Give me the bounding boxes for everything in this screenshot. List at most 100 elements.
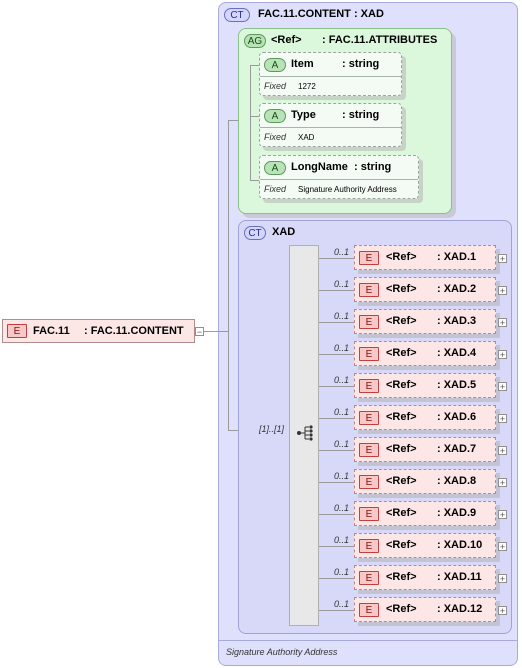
- occurrence-label: 0..1: [334, 407, 350, 417]
- element-connector: [319, 418, 355, 419]
- expand-toggle[interactable]: +: [498, 382, 507, 392]
- expand-toggle[interactable]: +: [498, 510, 507, 520]
- element-name: : XAD.2: [437, 283, 477, 295]
- occurrence-label: 0..1: [334, 471, 350, 481]
- root-connector: [204, 331, 228, 332]
- element-badge: E: [359, 379, 379, 393]
- attribute-type: : string: [354, 161, 392, 173]
- expand-toggle[interactable]: +: [498, 446, 507, 456]
- attr-divider: [260, 179, 418, 180]
- expand-toggle[interactable]: +: [498, 478, 507, 488]
- attribute-group-badge: AG: [244, 34, 266, 48]
- element-ref: <Ref>: [386, 347, 417, 359]
- element-badge: E: [359, 507, 379, 521]
- occurrence-label: 0..1: [334, 503, 350, 513]
- fixed-label: Fixed: [264, 184, 287, 194]
- element-connector: [319, 258, 355, 259]
- element-name: : XAD.4: [437, 347, 477, 359]
- attribute-name: LongName: [291, 161, 348, 173]
- fixed-label: Fixed: [264, 132, 287, 142]
- element-name: : XAD.11: [437, 571, 482, 583]
- attr-divider: [260, 127, 401, 128]
- element-ref: <Ref>: [386, 315, 417, 327]
- element-badge: E: [359, 411, 379, 425]
- element-badge: E: [359, 283, 379, 297]
- occurrence-label: 0..1: [334, 343, 350, 353]
- element-name: : XAD.9: [437, 507, 477, 519]
- attribute-badge: A: [264, 161, 286, 175]
- occurrence-label: 0..1: [334, 279, 350, 289]
- element-badge: E: [359, 315, 379, 329]
- occurrence-label: 0..1: [334, 439, 350, 449]
- fixed-value: Signature Authority Address: [298, 185, 397, 194]
- element-connector: [319, 450, 355, 451]
- element-name: : XAD.5: [437, 379, 477, 391]
- annotation-text: Signature Authority Address: [226, 647, 338, 657]
- fixed-label: Fixed: [264, 81, 287, 91]
- attr-divider: [260, 76, 401, 77]
- element-ref: <Ref>: [386, 539, 417, 551]
- expand-toggle[interactable]: +: [498, 350, 507, 360]
- element-badge: E: [359, 571, 379, 585]
- expand-toggle[interactable]: +: [498, 574, 507, 584]
- expand-toggle[interactable]: +: [498, 606, 507, 616]
- element-name: : XAD.8: [437, 475, 477, 487]
- attribute-group-name: : FAC.11.ATTRIBUTES: [322, 34, 438, 46]
- element-connector: [319, 578, 355, 579]
- expand-toggle[interactable]: +: [498, 318, 507, 328]
- element-badge: E: [359, 603, 379, 617]
- attribute-badge: A: [264, 58, 286, 72]
- element-badge: E: [7, 324, 27, 338]
- occurrence-label: 0..1: [334, 311, 350, 321]
- element-connector: [319, 610, 355, 611]
- expand-toggle[interactable]: +: [498, 542, 507, 552]
- element-badge: E: [359, 443, 379, 457]
- sequence-icon: [297, 425, 313, 441]
- element-connector: [319, 354, 355, 355]
- element-connector: [319, 290, 355, 291]
- collapse-toggle[interactable]: −: [195, 327, 204, 337]
- element-badge: E: [359, 347, 379, 361]
- attribute-type: : string: [342, 109, 380, 121]
- element-ref: <Ref>: [386, 571, 417, 583]
- element-ref: <Ref>: [386, 603, 417, 615]
- xad-badge: CT: [244, 226, 266, 240]
- ag-inner-connector: [250, 65, 251, 181]
- occurrence-label: 0..1: [334, 535, 350, 545]
- occurrence-label: 0..1: [334, 247, 350, 257]
- element-connector: [319, 386, 355, 387]
- element-name: : XAD.7: [437, 443, 477, 455]
- occurrence-label: 0..1: [334, 599, 350, 609]
- expand-toggle[interactable]: +: [498, 286, 507, 296]
- trunk-connector: [228, 120, 229, 430]
- element-badge: E: [359, 251, 379, 265]
- element-connector: [319, 482, 355, 483]
- element-connector: [319, 322, 355, 323]
- attribute-group-ref: <Ref>: [271, 34, 302, 46]
- multiplicity-label: [1]..[1]: [259, 424, 285, 434]
- fixed-value: 1272: [298, 82, 316, 91]
- xad-title: XAD: [272, 226, 296, 238]
- attribute-name: Type: [291, 109, 316, 121]
- complex-type-title: FAC.11.CONTENT : XAD: [258, 8, 384, 20]
- occurrence-label: 0..1: [334, 375, 350, 385]
- root-element-type: : FAC.11.CONTENT: [84, 325, 184, 337]
- element-ref: <Ref>: [386, 507, 417, 519]
- element-connector: [319, 546, 355, 547]
- complex-type-badge: CT: [224, 8, 250, 22]
- element-badge: E: [359, 475, 379, 489]
- element-ref: <Ref>: [386, 379, 417, 391]
- occurrence-label: 0..1: [334, 567, 350, 577]
- expand-toggle[interactable]: +: [498, 254, 507, 264]
- element-name: : XAD.6: [437, 411, 477, 423]
- element-ref: <Ref>: [386, 443, 417, 455]
- element-badge: E: [359, 539, 379, 553]
- fixed-value: XAD: [298, 133, 315, 142]
- element-ref: <Ref>: [386, 251, 417, 263]
- footer-divider: [219, 640, 517, 641]
- element-ref: <Ref>: [386, 475, 417, 487]
- expand-toggle[interactable]: +: [498, 414, 507, 424]
- element-name: : XAD.3: [437, 315, 477, 327]
- element-ref: <Ref>: [386, 283, 417, 295]
- element-name: : XAD.1: [437, 251, 477, 263]
